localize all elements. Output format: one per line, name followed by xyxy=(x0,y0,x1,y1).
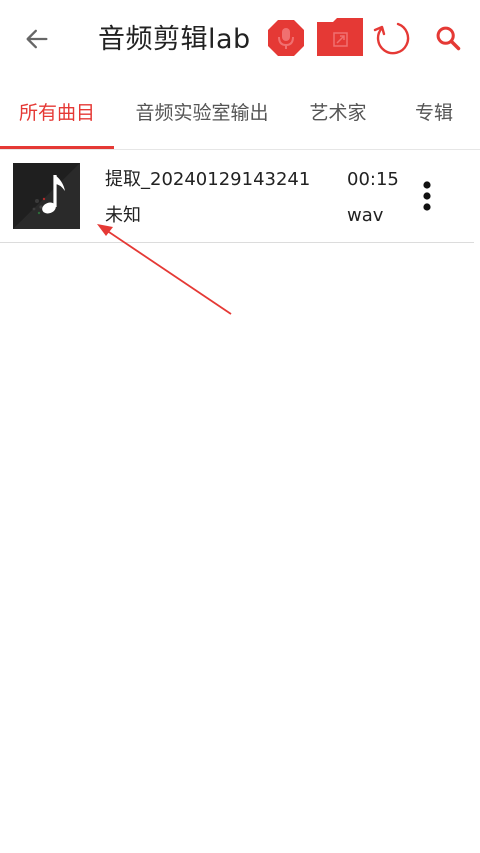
open-folder-button[interactable] xyxy=(316,16,364,58)
refresh-button[interactable] xyxy=(372,18,412,58)
app-screen: 音频剪辑lab 所有曲目 音频实验室输出 艺术家 专辑 提取_202401291… xyxy=(0,0,480,853)
record-button[interactable] xyxy=(266,18,306,58)
toolbar: 音频剪辑lab xyxy=(0,0,480,78)
track-title: 提取_20240129143241 xyxy=(105,169,311,190)
search-button[interactable] xyxy=(432,22,464,54)
more-vertical-icon xyxy=(423,181,431,211)
tab-albums[interactable]: 专辑 xyxy=(398,78,470,148)
music-note-icon xyxy=(13,163,80,229)
tab-all-tracks[interactable]: 所有曲目 xyxy=(0,78,114,148)
list-item[interactable]: 提取_20240129143241 未知 00:15 wav xyxy=(0,151,474,243)
tab-audiolab-output[interactable]: 音频实验室输出 xyxy=(122,78,282,148)
page-title: 音频剪辑lab xyxy=(98,24,251,55)
track-format: wav xyxy=(347,205,384,226)
search-icon xyxy=(436,26,461,51)
tab-bar: 所有曲目 音频实验室输出 艺术家 专辑 xyxy=(0,78,480,150)
back-button[interactable] xyxy=(20,22,54,56)
track-artist: 未知 xyxy=(105,205,141,226)
arrow-left-icon xyxy=(26,29,48,49)
microphone-icon xyxy=(268,20,304,56)
album-art xyxy=(13,163,80,229)
refresh-icon xyxy=(373,22,410,55)
folder-icon xyxy=(317,18,363,56)
tab-indicator xyxy=(0,146,114,149)
track-menu-button[interactable] xyxy=(414,179,440,213)
track-duration: 00:15 xyxy=(347,169,399,190)
tab-artists[interactable]: 艺术家 xyxy=(292,78,384,148)
